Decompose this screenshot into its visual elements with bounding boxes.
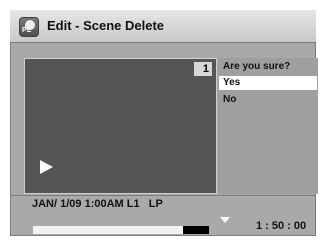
playback-time: 1 : 50 : 00 [256,220,307,232]
pl-disc-icon: PL [19,17,39,37]
position-marker-icon [220,217,230,223]
confirm-question: Are you sure? [223,61,291,72]
yes-option-label: Yes [223,77,241,88]
no-option[interactable]: No [223,94,236,105]
progress-fill [33,226,183,234]
play-icon [40,160,53,174]
page-title: Edit - Scene Delete [47,18,165,33]
yes-option[interactable]: Yes [219,76,317,90]
scene-number-badge: 1 [194,62,212,76]
divider [10,195,316,196]
pl-icon-label: PL [22,27,32,34]
status-info: JAN/ 1/09 1:00AM L1 LP [32,198,163,210]
progress-bar [33,226,209,234]
